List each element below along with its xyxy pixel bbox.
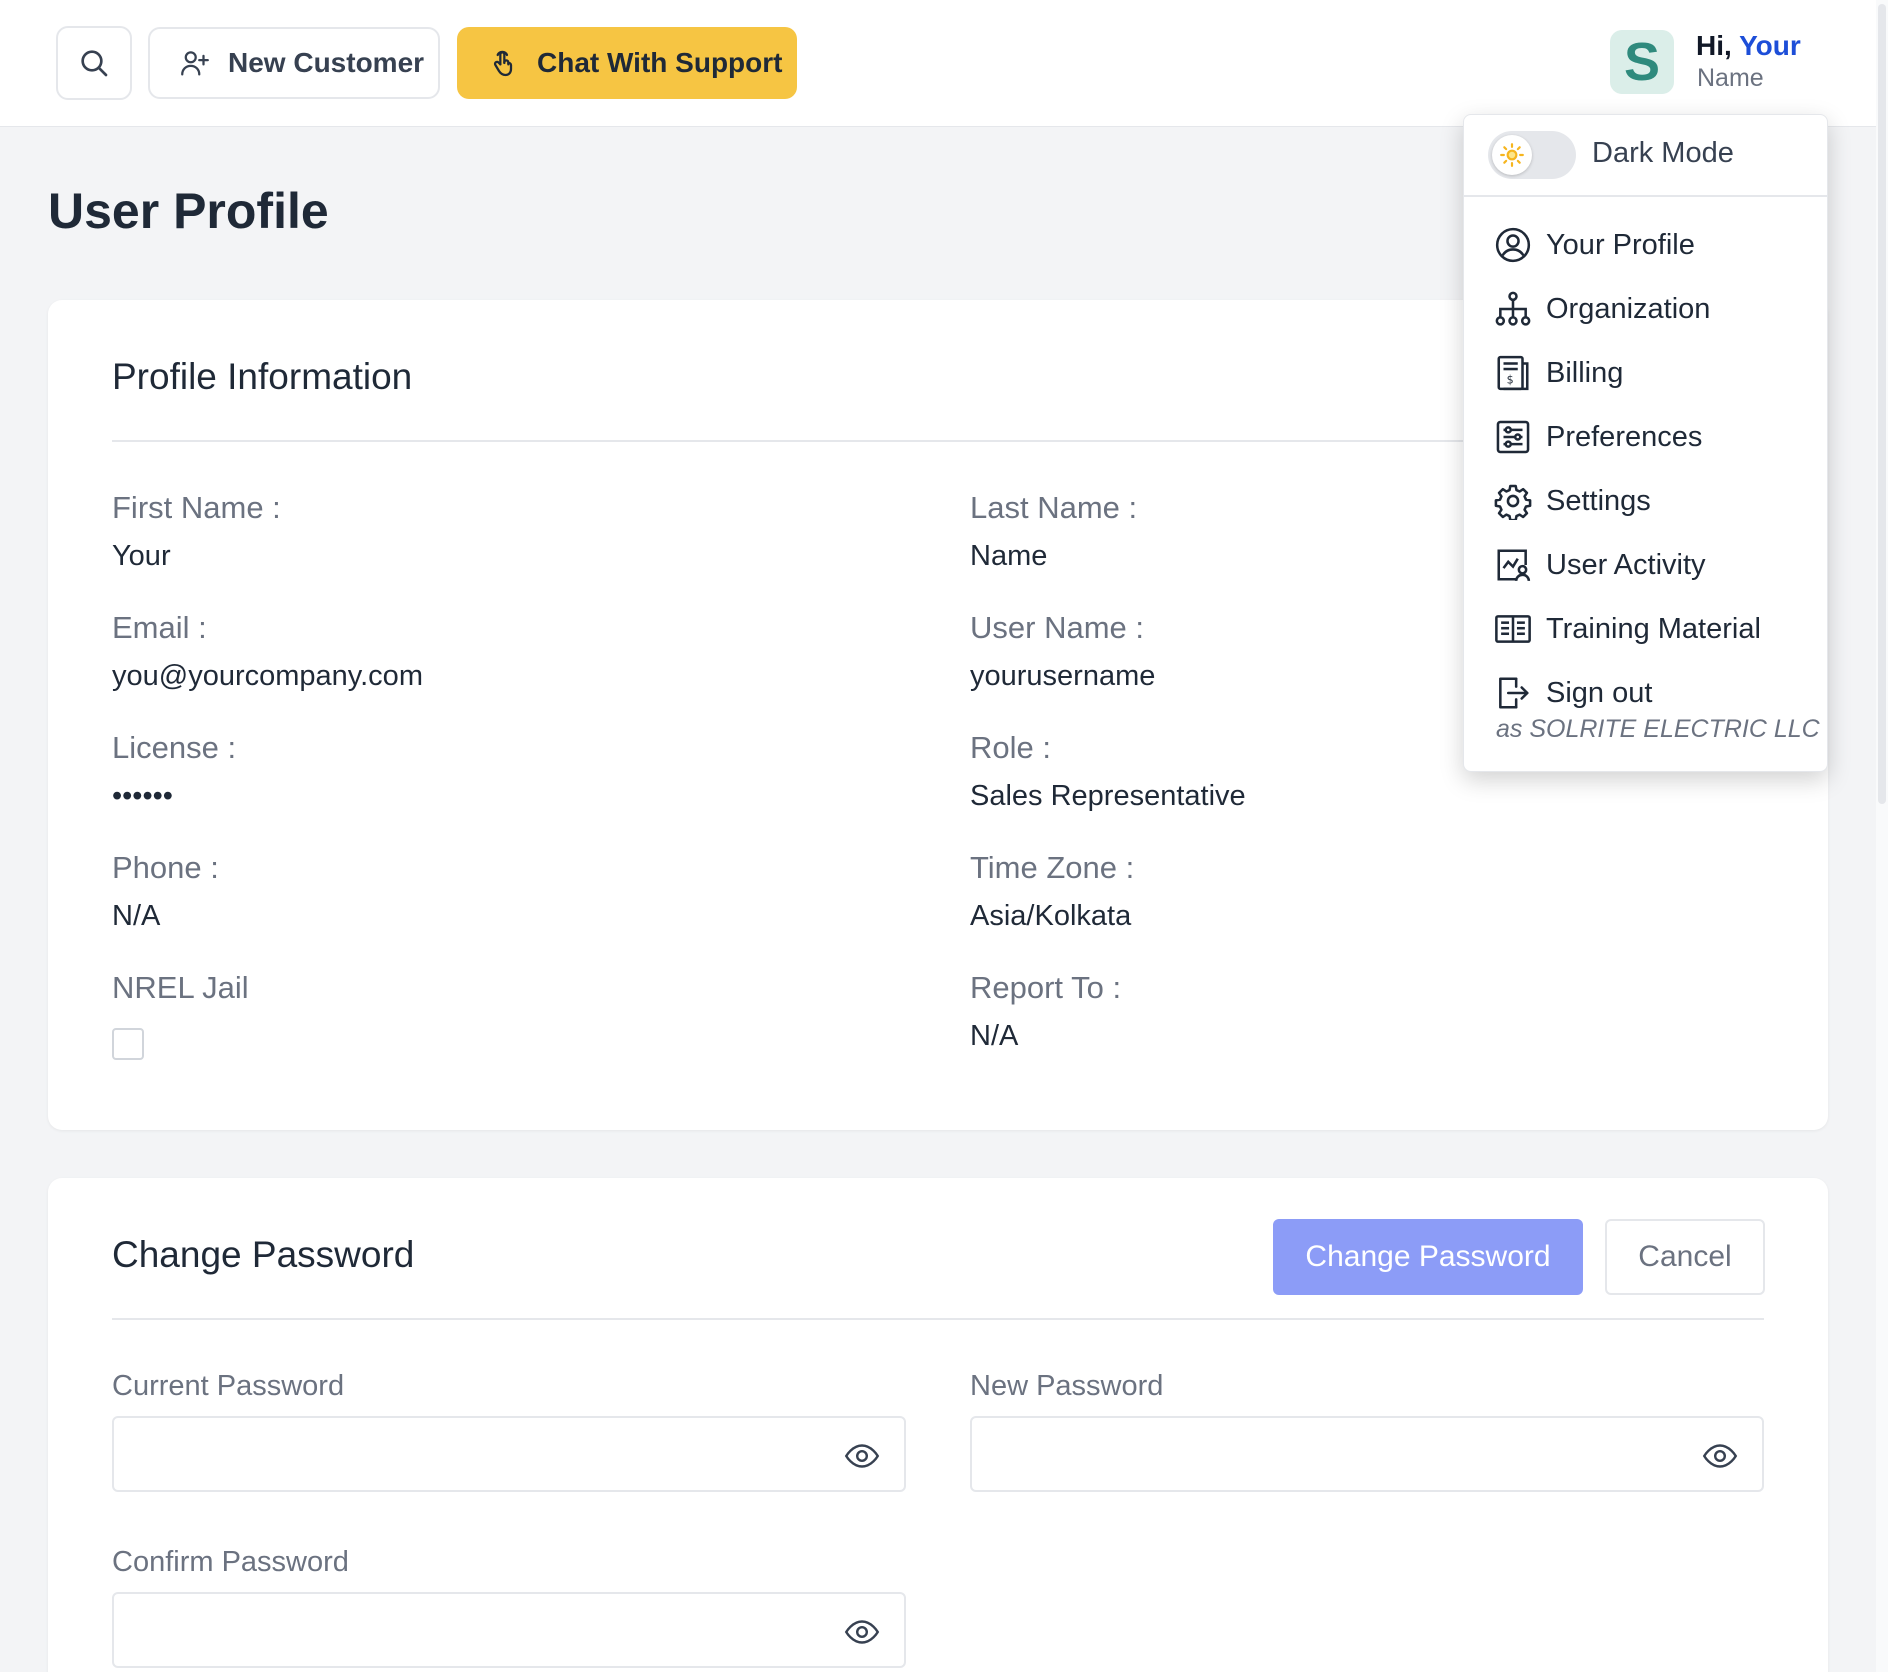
menu-item-sign-out[interactable]: Sign out [1494,671,1652,715]
sliders-icon [1496,420,1530,454]
role-value: Sales Representative [970,780,1246,812]
menu-item-label: Preferences [1546,420,1703,453]
last-name-value: Name [970,540,1048,572]
menu-item-label: Training Material [1546,612,1761,645]
user-dropdown-menu: Dark Mode Your Profile Organization $ Bi… [1463,114,1828,772]
search-button[interactable] [56,26,132,100]
menu-item-label: User Activity [1546,548,1706,581]
confirm-password-input[interactable] [114,1594,814,1666]
chat-support-button[interactable]: Chat With Support [457,27,797,99]
new-password-input[interactable] [972,1418,1672,1490]
book-icon [1495,615,1531,643]
search-icon [81,50,108,77]
last-name-label: Last Name : [970,490,1138,525]
activity-icon [1497,549,1531,581]
menu-item-billing[interactable]: $ Billing [1494,351,1623,395]
avatar-letter: S [1623,32,1661,92]
confirm-password-label: Confirm Password [112,1546,349,1578]
current-password-label: Current Password [112,1370,345,1402]
role-label: Role : [970,730,1051,765]
change-password-title: Change Password [112,1234,415,1275]
nrel-jail-checkbox[interactable] [112,1028,144,1060]
current-password-input[interactable] [114,1418,814,1490]
email-label: Email : [112,610,207,645]
menu-item-label: Organization [1546,292,1711,325]
greeting-sub: Name [1697,64,1764,92]
page-title: User Profile [48,183,329,239]
menu-item-label: Settings [1546,484,1651,517]
scrollbar[interactable] [1876,0,1888,1672]
timezone-label: Time Zone : [970,850,1135,885]
first-name-label: First Name : [112,490,281,525]
sign-out-icon [1499,677,1529,709]
chat-support-label: Chat With Support [537,47,783,78]
dark-mode-toggle[interactable] [1488,131,1576,179]
show-password-icon[interactable] [1700,1438,1740,1474]
toggle-knob[interactable] [1492,135,1532,175]
tap-hand-icon [493,50,513,77]
menu-item-label: Your Profile [1546,228,1695,261]
dark-mode-label: Dark Mode [1592,137,1734,169]
user-greeting[interactable]: Hi, Your [1696,30,1801,62]
email-value: you@yourcompany.com [112,660,423,692]
show-password-icon[interactable] [842,1614,882,1650]
timezone-value: Asia/Kolkata [970,900,1132,932]
show-password-icon[interactable] [842,1438,882,1474]
current-password-field[interactable] [112,1416,906,1492]
new-customer-label: New Customer [228,47,425,78]
menu-item-training-material[interactable]: Training Material [1494,607,1761,651]
dark-mode-row[interactable]: Dark Mode [1464,115,1827,197]
user-circle-icon [1495,227,1531,263]
org-chart-icon [1495,291,1531,326]
menu-item-user-activity[interactable]: User Activity [1494,543,1706,587]
top-bar: New Customer Chat With Support S Hi, You… [0,0,1876,127]
first-name-value: Your [112,540,171,572]
report-to-value: N/A [970,1020,1019,1052]
change-password-button[interactable]: Change Password [1273,1219,1583,1295]
username-label: User Name : [970,610,1144,645]
menu-item-label: Billing [1546,356,1624,389]
menu-item-your-profile[interactable]: Your Profile [1494,223,1695,267]
sun-icon [1500,143,1524,167]
phone-value: N/A [112,900,161,932]
nrel-jail-label: NREL Jail [112,970,249,1005]
menu-item-organization[interactable]: Organization [1494,287,1710,331]
svg-text:$: $ [1507,373,1514,386]
report-to-label: Report To : [970,970,1122,1005]
greeting-name: Your [1739,30,1801,61]
cancel-button[interactable]: Cancel [1605,1219,1765,1295]
invoice-icon: $ [1497,355,1529,391]
username-value: yourusername [970,660,1156,692]
new-password-field[interactable] [970,1416,1764,1492]
new-password-label: New Password [970,1370,1164,1402]
greeting-prefix: Hi, [1696,30,1732,61]
change-password-card: Change Password Change Password Cancel C… [48,1178,1828,1672]
profile-card-title: Profile Information [112,356,413,397]
gear-icon [1494,484,1532,520]
scrollbar-thumb[interactable] [1878,4,1886,804]
menu-item-settings[interactable]: Settings [1494,479,1651,523]
license-value: •••••• [112,780,173,812]
confirm-password-field[interactable] [112,1592,906,1668]
add-user-icon [181,51,209,76]
new-customer-button[interactable]: New Customer [148,27,440,99]
menu-item-label: Sign out [1546,676,1653,709]
phone-label: Phone : [112,850,219,885]
password-divider [112,1318,1764,1320]
sign-out-organization: as SOLRITE ELECTRIC LLC [1496,715,1820,743]
avatar[interactable]: S [1610,30,1674,94]
license-label: License : [112,730,237,765]
menu-item-preferences[interactable]: Preferences [1494,415,1702,459]
